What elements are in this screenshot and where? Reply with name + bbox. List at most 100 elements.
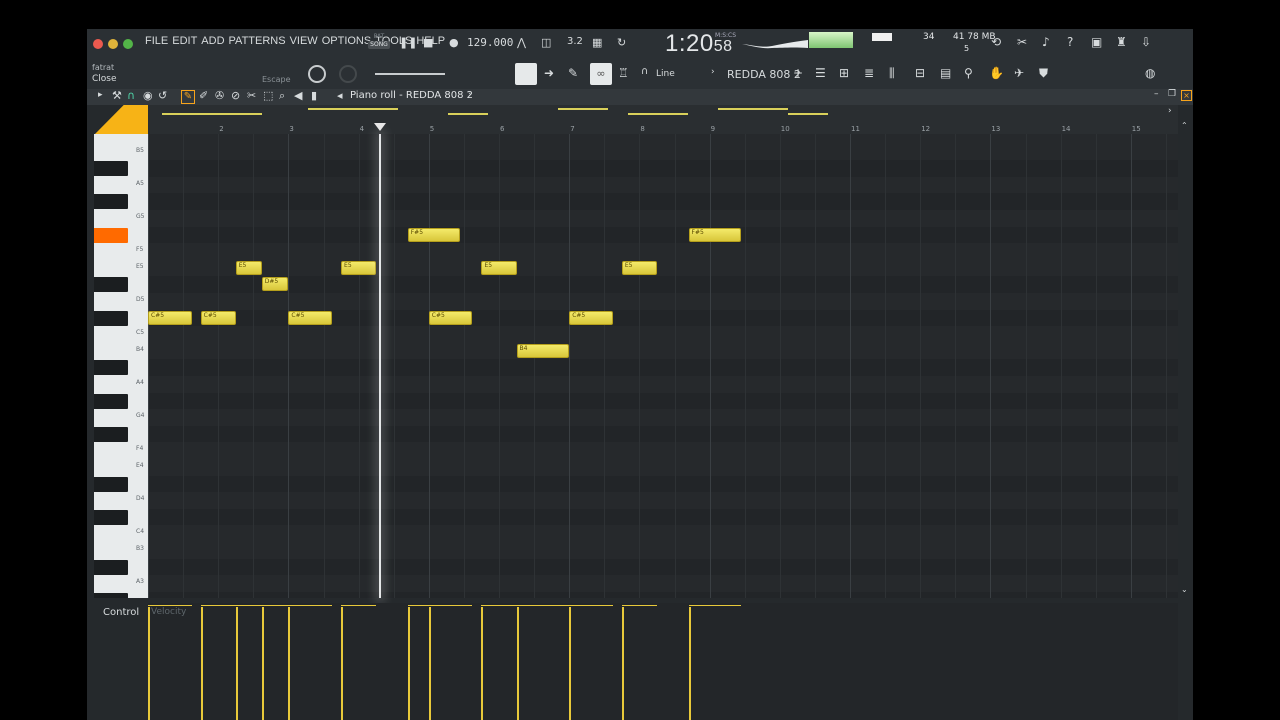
link-icon[interactable]: ∞ — [590, 63, 612, 85]
restore-panel-icon[interactable]: ❐ — [1168, 89, 1176, 99]
note[interactable]: C#5 — [288, 310, 332, 325]
black-key[interactable] — [94, 592, 128, 598]
control-field[interactable]: Velocity — [151, 607, 186, 617]
note[interactable]: C#5 — [148, 310, 192, 325]
metronome-icon[interactable]: ⋀ — [517, 36, 526, 49]
scroll-up-icon[interactable]: ⌃ — [1181, 121, 1188, 130]
mute-tool-icon[interactable]: ⊘ — [231, 89, 240, 102]
black-key[interactable] — [94, 393, 128, 409]
zoom-tool-icon[interactable]: ⌕ — [279, 89, 285, 103]
snap-mode[interactable]: Line — [656, 69, 675, 79]
black-key[interactable] — [94, 277, 128, 293]
select-tool-icon[interactable]: ⬚ — [263, 89, 273, 102]
mixer-icon[interactable]: ⫼ — [889, 66, 895, 81]
play-note-icon[interactable]: ◉ — [143, 89, 153, 102]
browser-icon[interactable]: ⊟ — [915, 66, 925, 80]
control-label[interactable]: Control — [103, 607, 139, 618]
loop-record-icon[interactable]: ↻ — [617, 36, 626, 49]
velocity-bar[interactable] — [261, 607, 264, 720]
file-icon[interactable]: ▤ — [940, 66, 951, 80]
slice-tool-icon[interactable]: ✂ — [247, 89, 256, 102]
typing-keyboard-icon[interactable]: ▦ — [592, 36, 602, 49]
globe-icon[interactable]: ◍ — [1145, 66, 1155, 80]
erase-tool-icon[interactable]: ✇ — [215, 89, 224, 102]
menu-patterns[interactable]: PATTERNS — [228, 35, 287, 47]
download-icon[interactable]: ⇩ — [1141, 35, 1151, 49]
magnet-icon[interactable]: ∩ — [641, 66, 648, 77]
touch-controller-icon[interactable]: ✋ — [989, 66, 1004, 80]
piano-icon[interactable] — [515, 63, 537, 85]
speaker-icon[interactable]: ◀ — [294, 89, 302, 102]
velocity-bar[interactable] — [148, 607, 150, 720]
snap-display[interactable]: 3.2 — [567, 36, 583, 47]
close-window-icon[interactable] — [93, 39, 103, 49]
volume-icon[interactable]: ◂ — [337, 89, 343, 102]
shop-icon[interactable]: ⛊ — [1039, 66, 1048, 81]
note[interactable]: C#5 — [569, 310, 613, 325]
note[interactable]: E5 — [341, 260, 377, 275]
note[interactable]: E5 — [481, 260, 517, 275]
master-volume-knob[interactable] — [308, 65, 326, 83]
tools-icon[interactable]: ✈ — [1014, 66, 1024, 80]
stamp-corner[interactable] — [94, 105, 148, 135]
timeline-ruler[interactable]: 2 3 4 5 6 7 8 9 10 11 12 13 14 15 — [148, 105, 1178, 135]
help-icon[interactable]: ? — [1067, 35, 1073, 49]
velocity-bar[interactable] — [341, 607, 344, 720]
menu-add[interactable]: ADD — [200, 35, 225, 47]
scroll-right-icon[interactable]: › — [1168, 106, 1172, 116]
menu-options[interactable]: OPTIONS — [321, 35, 373, 47]
minimize-panel-icon[interactable]: – — [1154, 89, 1159, 99]
note[interactable]: F#5 — [688, 227, 742, 242]
stamp-icon[interactable]: ♖ — [618, 66, 629, 80]
menu-file[interactable]: FILE — [144, 35, 169, 47]
velocity-bar[interactable] — [621, 607, 624, 720]
black-key[interactable] — [94, 476, 128, 492]
chevron-right-icon[interactable]: › — [711, 67, 715, 77]
loop-icon[interactable]: ↺ — [158, 89, 167, 102]
note[interactable]: E5 — [621, 260, 657, 275]
channel-selector[interactable]: REDDA 808 2 — [727, 68, 801, 81]
velocity-bar[interactable] — [569, 607, 572, 720]
master-slider[interactable] — [375, 73, 445, 75]
black-key[interactable] — [94, 161, 128, 177]
record-icon[interactable]: ● — [449, 36, 459, 49]
close-panel-icon[interactable]: × — [1181, 90, 1192, 101]
scroll-down-icon[interactable]: ⌄ — [1181, 585, 1188, 594]
magnet-snap-icon[interactable]: ∩ — [127, 89, 135, 102]
velocity-bar[interactable] — [516, 607, 519, 720]
arrow-right-icon[interactable]: ➜ — [544, 66, 554, 80]
stop-icon[interactable]: ■ — [423, 36, 433, 49]
note[interactable]: C#5 — [428, 310, 473, 325]
tempo-display[interactable]: 129.000 — [467, 36, 513, 49]
playhead-marker[interactable] — [374, 123, 386, 131]
save-icon[interactable]: ▣ — [1091, 35, 1102, 49]
note[interactable]: D#5 — [261, 277, 289, 292]
playback-tool-icon[interactable]: ▮ — [311, 89, 317, 102]
black-key[interactable] — [94, 310, 128, 326]
channel-rack-icon[interactable]: ≣ — [864, 66, 874, 80]
plugin-icon[interactable]: ♜ — [1116, 35, 1127, 49]
wait-for-input-icon[interactable]: ◫ — [541, 36, 551, 49]
undo-history-icon[interactable]: ⟲ — [991, 35, 1001, 49]
add-icon[interactable]: + — [793, 66, 803, 80]
note[interactable]: B4 — [516, 343, 570, 358]
black-key[interactable] — [94, 426, 128, 442]
pause-icon[interactable]: ❚❚ — [399, 36, 417, 49]
velocity-bar[interactable] — [407, 607, 410, 720]
plugin-database-icon[interactable]: ⚲ — [964, 66, 973, 80]
menu-edit[interactable]: EDIT — [171, 35, 198, 47]
note[interactable]: F#5 — [407, 227, 461, 242]
draw-tool-icon[interactable]: ✎ — [181, 90, 195, 104]
brush-icon[interactable]: ✎ — [568, 66, 578, 80]
piano-roll-icon[interactable]: ⊞ — [839, 66, 849, 80]
black-key[interactable] — [94, 509, 128, 525]
microphone-icon[interactable]: ♪ — [1042, 35, 1050, 49]
note[interactable]: C#5 — [200, 310, 236, 325]
black-key[interactable] — [94, 227, 128, 243]
velocity-bar[interactable] — [428, 607, 431, 720]
black-key[interactable] — [94, 194, 128, 210]
piano-keyboard[interactable]: B5 A5 G5 F5 E5 D5 C5 B4 A4 G4 F4 E4 D4 C4 B3 A3 — [94, 134, 148, 598]
paint-tool-icon[interactable]: ✐ — [199, 89, 208, 102]
pat-song-toggle[interactable]: PAT SONG — [368, 33, 390, 55]
options-arrow-icon[interactable]: ▸ — [98, 90, 103, 100]
